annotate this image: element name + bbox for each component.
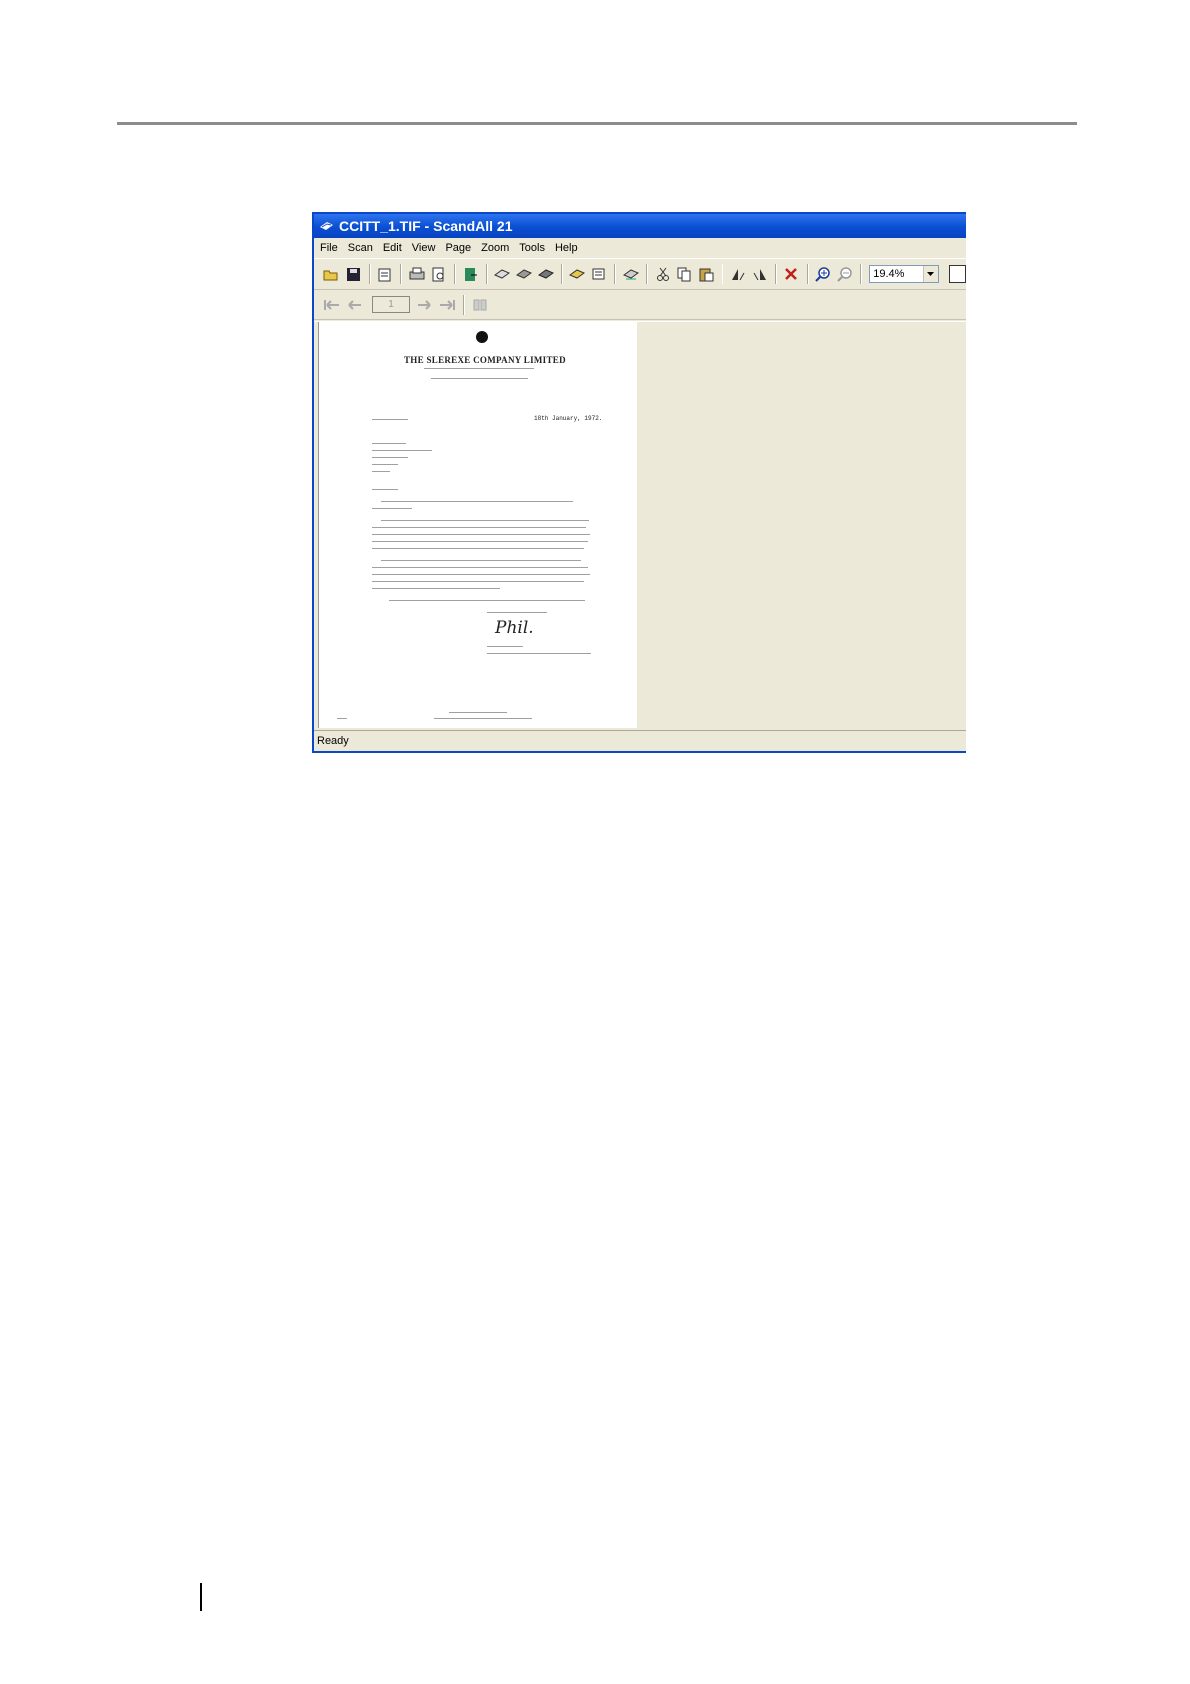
toolbar-separator (463, 294, 465, 315)
document-text-line (487, 646, 523, 647)
page-footer-rule (200, 1583, 202, 1611)
rotate-left-icon[interactable] (728, 264, 747, 284)
page-navigation-bar: 1 (314, 290, 966, 320)
document-text-line (372, 489, 398, 490)
document-text-line (372, 419, 408, 420)
document-text-line (372, 464, 398, 465)
toolbar-separator (485, 264, 488, 284)
next-page-icon[interactable] (414, 295, 434, 315)
toolbar-separator (614, 264, 617, 284)
scan-to-icon[interactable] (621, 264, 640, 284)
document-text-line (372, 527, 586, 528)
menu-bar: File Scan Edit View Page Zoom Tools Help (314, 238, 966, 258)
toolbar-separator (775, 264, 777, 284)
scan-multi-icon[interactable] (514, 264, 533, 284)
document-text-line (372, 548, 584, 549)
toolbar-separator (453, 264, 456, 284)
document-text-line (381, 501, 573, 502)
document-text-line (372, 457, 408, 458)
document-text-line (372, 574, 590, 575)
main-toolbar: 19.4% (314, 258, 966, 290)
document-text-line (372, 443, 406, 444)
window-title: CCITT_1.TIF - ScandAll 21 (339, 218, 513, 234)
print-preview-icon[interactable] (429, 264, 448, 284)
zoom-combo[interactable]: 19.4% (869, 265, 939, 283)
document-text-line (337, 718, 347, 719)
status-bar: Ready (314, 730, 966, 751)
menu-help[interactable]: Help (555, 242, 578, 254)
rotate-right-icon[interactable] (750, 264, 769, 284)
title-bar[interactable]: CCITT_1.TIF - ScandAll 21 (314, 214, 966, 238)
scandall-window: CCITT_1.TIF - ScandAll 21 File Scan Edit… (312, 212, 966, 753)
document-text-line (372, 588, 500, 589)
page-header-rule (117, 122, 1077, 125)
save-icon[interactable] (344, 264, 363, 284)
document-text-line (372, 508, 412, 509)
toolbar-separator (400, 264, 403, 284)
document-text-line (434, 718, 532, 719)
document-text-line (372, 541, 588, 542)
menu-tools[interactable]: Tools (519, 242, 545, 254)
document-text-line (381, 520, 589, 521)
scan-setup-icon[interactable] (536, 264, 555, 284)
document-company-name: THE SLEREXE COMPANY LIMITED (404, 355, 566, 365)
zoom-value: 19.4% (873, 268, 905, 280)
company-logo (476, 331, 488, 343)
toolbar-separator (368, 264, 371, 284)
scanned-document-page: THE SLEREXE COMPANY LIMITED 18th January… (318, 322, 637, 728)
open-icon[interactable] (322, 264, 341, 284)
toolbar-separator (860, 264, 863, 284)
menu-zoom[interactable]: Zoom (481, 242, 509, 254)
toolbar-separator (721, 264, 724, 284)
document-text-line (431, 378, 528, 379)
document-text-line (487, 612, 547, 613)
previous-page-icon[interactable] (345, 295, 365, 315)
document-signature: Phil. (495, 618, 534, 638)
copy-icon[interactable] (675, 264, 694, 284)
toolbar-separator (806, 264, 809, 284)
image-viewer[interactable]: THE SLEREXE COMPANY LIMITED 18th January… (314, 321, 966, 729)
thumbnail-icon[interactable] (470, 295, 490, 315)
zoom-out-icon[interactable] (836, 264, 855, 284)
first-page-icon[interactable] (322, 295, 342, 315)
document-text-line (372, 471, 390, 472)
paste-icon[interactable] (697, 264, 716, 284)
toolbar-separator (560, 264, 563, 284)
fit-page-icon[interactable] (948, 265, 966, 283)
document-text-line (372, 534, 590, 535)
toolbar-separator (646, 264, 649, 284)
properties-icon[interactable] (376, 264, 395, 284)
menu-view[interactable]: View (412, 242, 436, 254)
acquire-icon[interactable] (568, 264, 587, 284)
document-text-line (381, 560, 581, 561)
zoom-in-icon[interactable] (814, 264, 833, 284)
document-text-line (372, 567, 588, 568)
document-text-line (372, 581, 584, 582)
scandall-app-icon (319, 220, 334, 233)
delete-icon[interactable] (782, 264, 801, 284)
print-icon[interactable] (407, 264, 426, 284)
exit-icon[interactable] (461, 264, 480, 284)
scan-icon[interactable] (493, 264, 512, 284)
document-text-line (372, 450, 432, 451)
page-number-field[interactable]: 1 (372, 296, 410, 313)
status-text: Ready (317, 735, 349, 747)
chevron-down-icon[interactable] (922, 266, 938, 282)
document-text-line (424, 368, 534, 369)
document-text-line (389, 600, 585, 601)
document-text-line (487, 653, 591, 654)
menu-file[interactable]: File (320, 242, 338, 254)
menu-scan[interactable]: Scan (348, 242, 373, 254)
cut-icon[interactable] (653, 264, 672, 284)
last-page-icon[interactable] (437, 295, 457, 315)
menu-edit[interactable]: Edit (383, 242, 402, 254)
document-text-line (449, 712, 507, 713)
document-date: 18th January, 1972. (534, 415, 603, 422)
batch-scan-icon[interactable] (590, 264, 609, 284)
menu-page[interactable]: Page (445, 242, 471, 254)
